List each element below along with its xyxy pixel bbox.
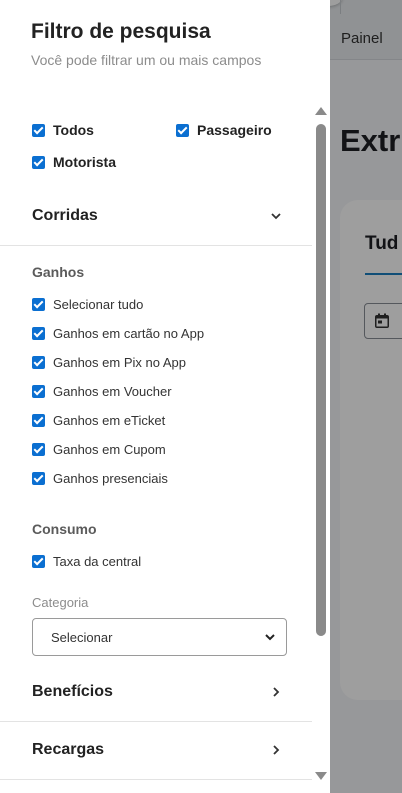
option-row[interactable]: Ganhos em Cupom <box>32 442 166 457</box>
select-value: Selecionar <box>51 629 113 645</box>
checkbox-label: Todos <box>53 122 94 138</box>
checkbox-checked-icon[interactable] <box>32 385 45 398</box>
group-title-ganhos: Ganhos <box>32 264 85 280</box>
section-title: Corridas <box>32 207 98 224</box>
categoria-label: Categoria <box>32 595 89 610</box>
checkbox-checked-icon[interactable] <box>32 356 45 369</box>
checkbox-checked-icon[interactable] <box>32 123 45 137</box>
chevron-right-icon <box>273 687 280 697</box>
option-row[interactable]: Selecionar tudo <box>32 297 143 312</box>
section-corridas[interactable]: Corridas <box>0 187 312 245</box>
checkbox-checked-icon[interactable] <box>32 155 45 169</box>
option-label: Ganhos em cartão no App <box>53 326 205 341</box>
scrollbar[interactable] <box>312 100 330 793</box>
option-row[interactable]: Ganhos em cartão no App <box>32 326 204 341</box>
checkbox-motorista[interactable]: Motorista <box>32 154 116 170</box>
checkbox-checked-icon[interactable] <box>32 298 45 311</box>
checkbox-checked-icon[interactable] <box>32 555 45 568</box>
checkbox-passageiro[interactable]: Passageiro <box>176 122 272 138</box>
filter-panel: Filtro de pesquisa Você pode filtrar um … <box>0 0 330 793</box>
checkbox-checked-icon[interactable] <box>32 327 45 340</box>
section-title: Benefícios <box>32 683 113 700</box>
checkbox-checked-icon[interactable] <box>32 414 45 427</box>
filter-subtitle: Você pode filtrar um ou mais campos <box>31 52 262 68</box>
section-recargas[interactable]: Recargas <box>0 721 312 779</box>
option-row[interactable]: Ganhos presenciais <box>32 471 168 486</box>
option-label: Ganhos presenciais <box>53 471 168 486</box>
option-label: Ganhos em Voucher <box>53 384 172 399</box>
checkbox-checked-icon[interactable] <box>32 443 45 456</box>
checkbox-label: Passageiro <box>197 122 272 138</box>
chevron-right-icon <box>273 745 280 755</box>
checkbox-label: Motorista <box>53 154 116 170</box>
section-beneficios[interactable]: Benefícios <box>0 663 312 721</box>
scroll-up-arrow-icon[interactable] <box>315 107 327 115</box>
option-label: Selecionar tudo <box>53 297 144 312</box>
option-row[interactable]: Ganhos em Voucher <box>32 384 172 399</box>
filter-scroll-area: Todos Passageiro Motorista Corridas Ganh… <box>0 100 312 780</box>
checkbox-todos[interactable]: Todos <box>32 122 94 138</box>
option-label: Ganhos em Pix no App <box>53 355 186 370</box>
option-row[interactable]: Ganhos em Pix no App <box>32 355 186 370</box>
chevron-down-icon <box>271 213 281 220</box>
filter-title: Filtro de pesquisa <box>31 20 211 43</box>
option-label: Ganhos em Cupom <box>53 442 166 457</box>
scrollbar-thumb[interactable] <box>316 124 326 636</box>
chevron-down-icon <box>265 634 275 641</box>
option-row[interactable]: Taxa da central <box>32 554 141 569</box>
checkbox-checked-icon[interactable] <box>32 472 45 485</box>
filter-header: Filtro de pesquisa Você pode filtrar um … <box>0 0 330 100</box>
option-label: Taxa da central <box>53 554 142 569</box>
section-title: Recargas <box>32 741 105 758</box>
scroll-down-arrow-icon[interactable] <box>315 772 327 780</box>
categoria-select[interactable]: Selecionar <box>32 618 287 656</box>
group-title-consumo: Consumo <box>32 521 97 537</box>
checkbox-checked-icon[interactable] <box>176 123 189 137</box>
divider <box>0 245 312 246</box>
divider <box>0 779 312 780</box>
option-row[interactable]: Ganhos em eTicket <box>32 413 165 428</box>
option-label: Ganhos em eTicket <box>53 413 166 428</box>
